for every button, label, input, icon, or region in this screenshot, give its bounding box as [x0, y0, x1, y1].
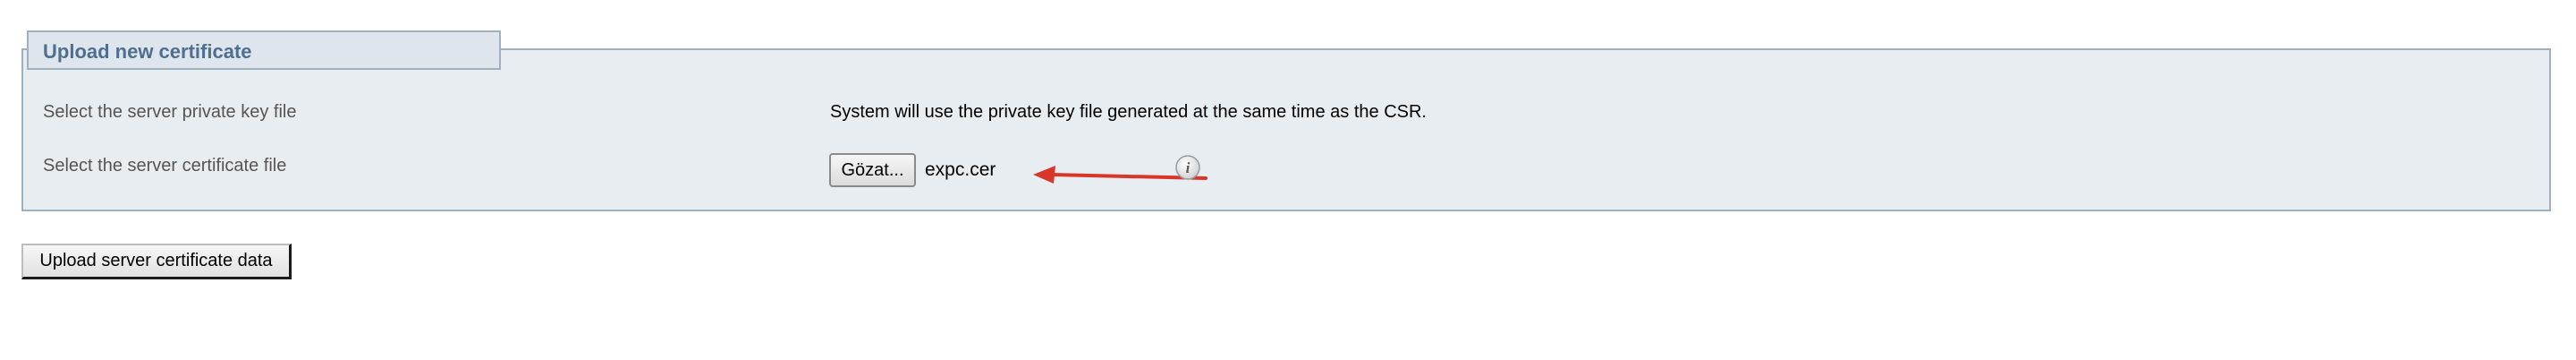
svg-text:i: i — [1186, 159, 1191, 176]
upload-certificate-button[interactable]: Upload server certificate data — [21, 244, 292, 279]
panel-title: Upload new certificate — [43, 40, 252, 63]
selected-file-name: expc.cer — [925, 159, 996, 180]
private-key-label: Select the server private key file — [43, 102, 297, 122]
browse-button[interactable]: Gözat... — [829, 153, 916, 187]
upload-certificate-panel — [21, 48, 2551, 211]
private-key-info-text: System will use the private key file gen… — [830, 102, 1427, 122]
panel-title-tab: Upload new certificate — [27, 30, 501, 70]
certificate-upload-page: Upload new certificate Select the server… — [0, 0, 2576, 360]
info-icon[interactable]: i — [1174, 154, 1201, 181]
certificate-file-label: Select the server certificate file — [43, 156, 287, 176]
